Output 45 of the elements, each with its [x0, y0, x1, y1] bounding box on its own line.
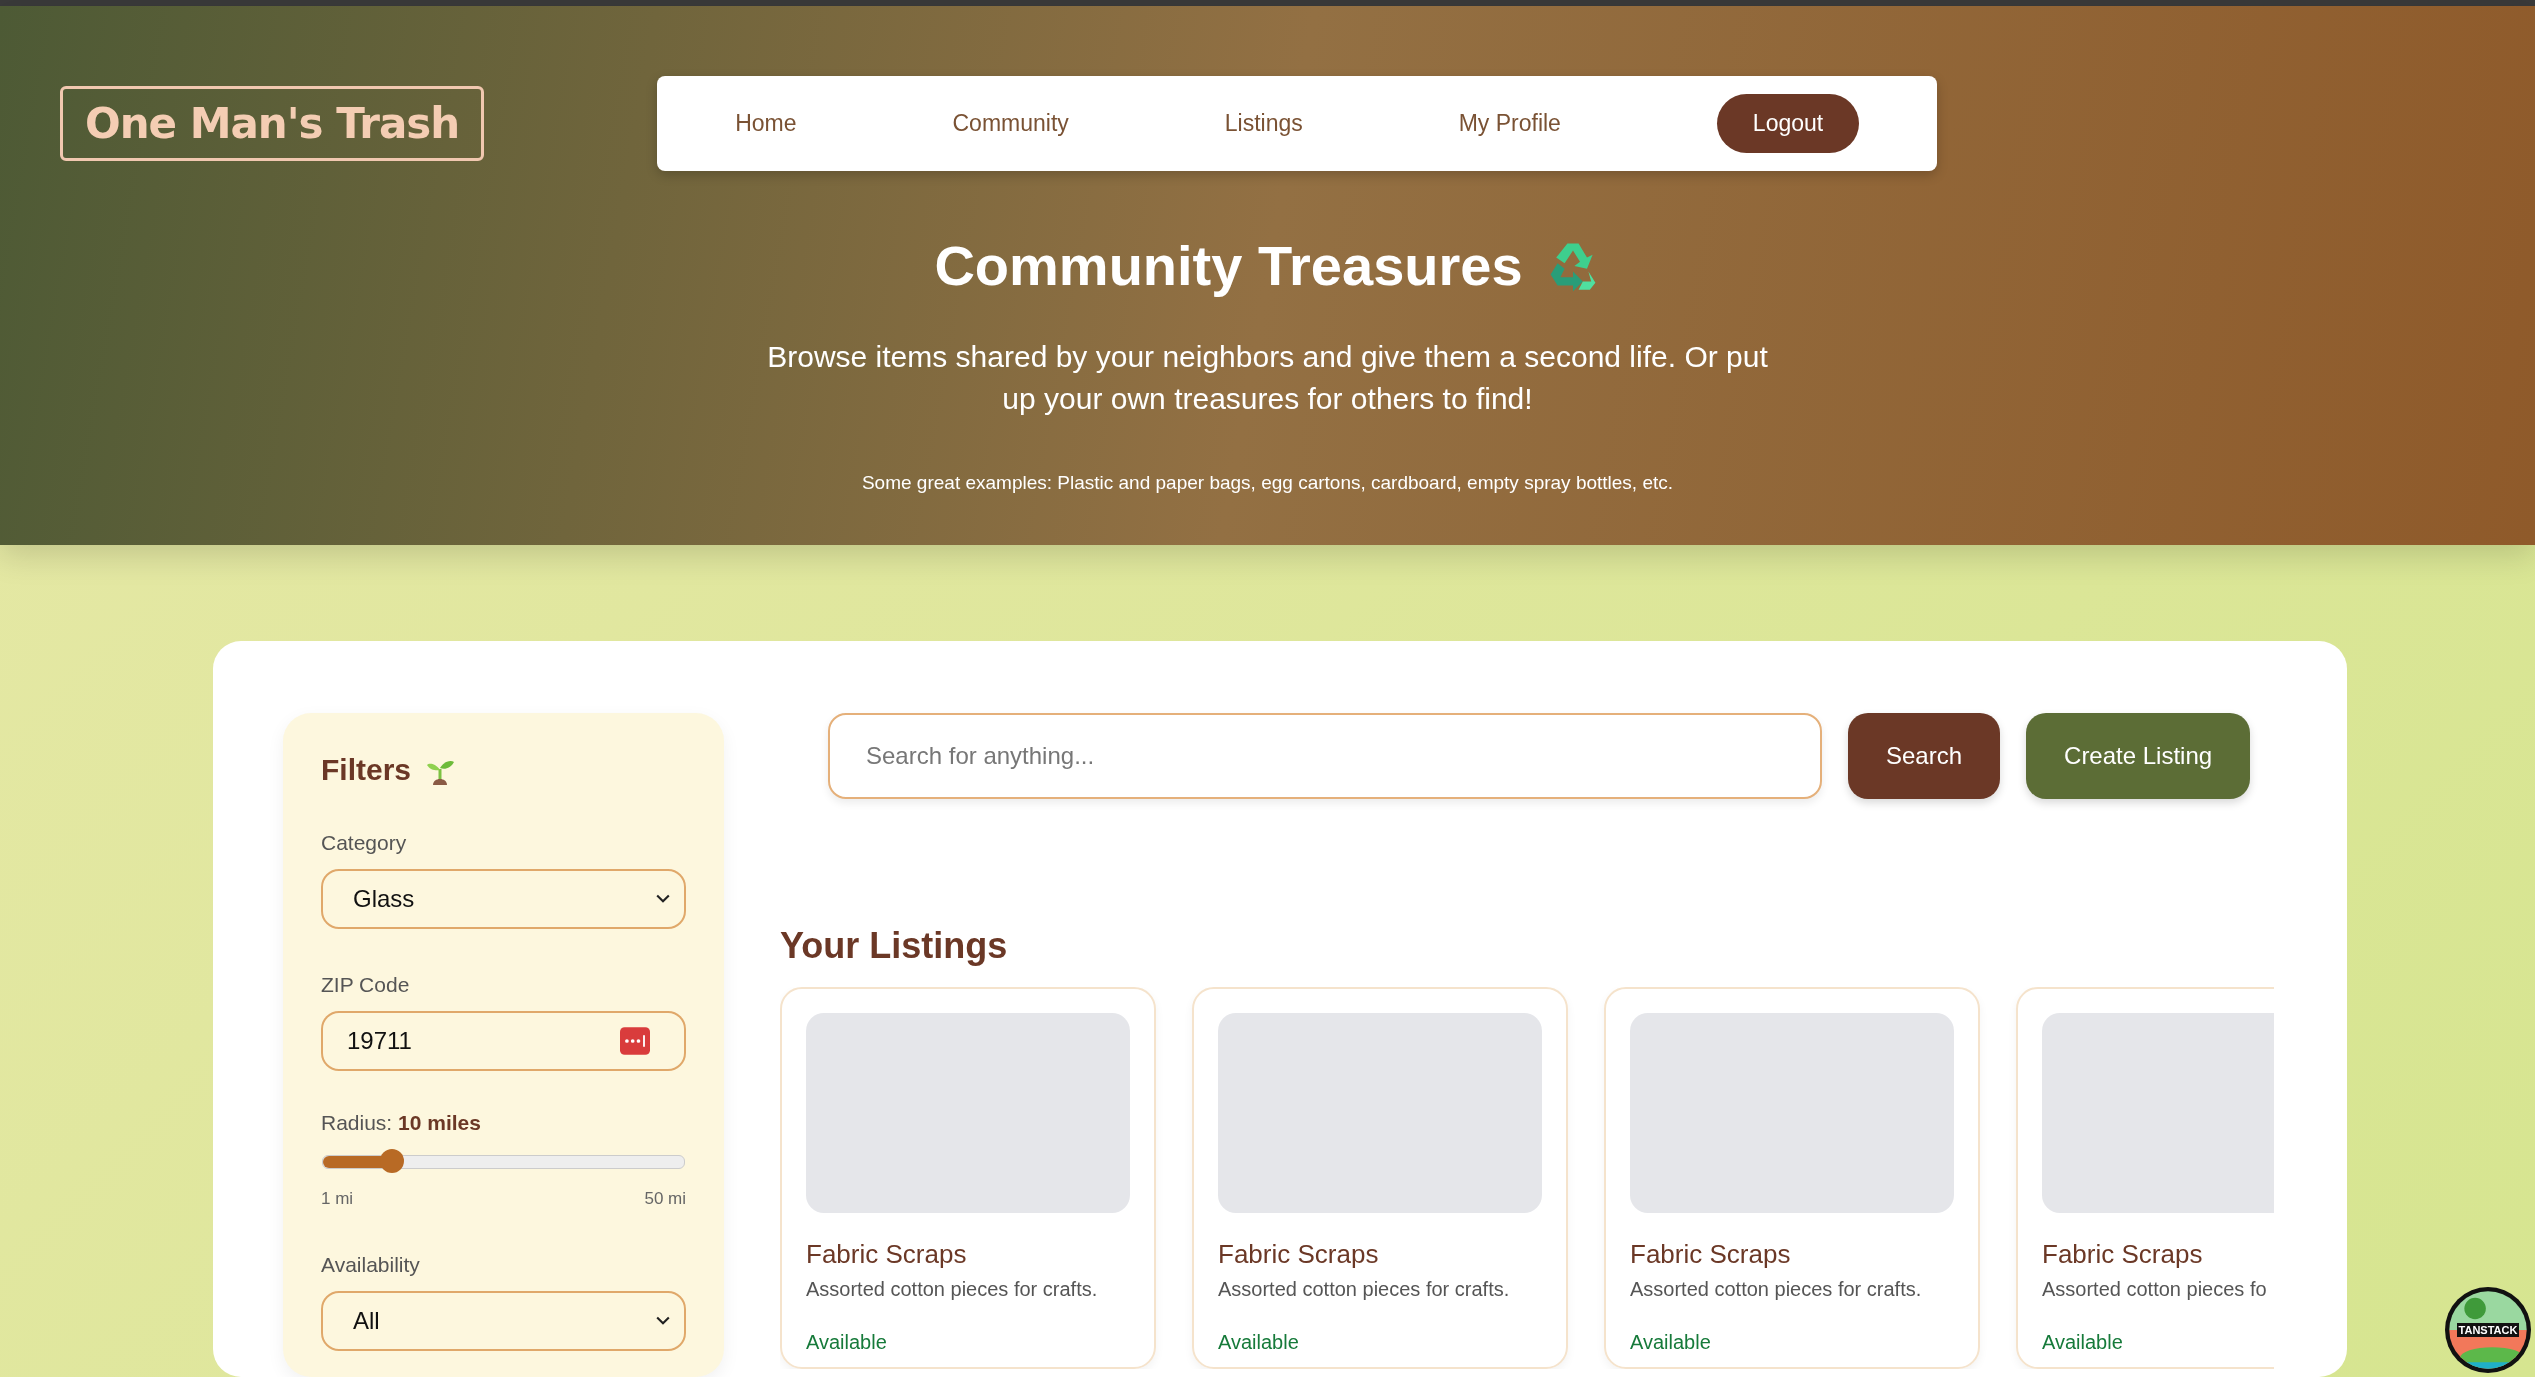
select-field[interactable]: Glass	[321, 869, 686, 929]
examples-text: Some great examples: Plastic and paper bags, egg cartons, cardboard, empty spray bottles, etc.	[861, 472, 1674, 494]
listing-title: Fabric Scraps	[1218, 1239, 1380, 1270]
field-label: Availability	[321, 1253, 421, 1277]
nav-link[interactable]: Community	[952, 110, 1069, 137]
listing-title: Fabric Scraps	[1630, 1239, 1792, 1270]
field-label: ZIP Code	[321, 973, 411, 997]
nav-link[interactable]: My Profile	[1458, 110, 1561, 137]
section-title: Your Listings	[780, 925, 1009, 967]
create-listing-button[interactable]: Create Listing	[2026, 713, 2251, 799]
listing-card[interactable]: Fabric Scraps Assorted cotton pieces for crafts. Available	[1192, 987, 1568, 1369]
radius-slider[interactable]	[321, 1149, 686, 1175]
tanstack-badge[interactable]: TANSTACK	[2445, 1287, 2531, 1373]
listing-card[interactable]: Fabric Scraps Assorted cotton pieces for crafts. Available	[780, 987, 1156, 1369]
search-button[interactable]: Search	[1848, 713, 2001, 799]
listing-title: Fabric Scraps	[806, 1239, 968, 1270]
listing-description: Assorted cotton pieces for crafts.	[1630, 1278, 1923, 1301]
min-label: 1 mi	[321, 1189, 354, 1209]
status-text: Available	[1218, 1331, 1300, 1354]
status-text: Available	[806, 1331, 888, 1354]
logout-button[interactable]: Logout	[1716, 94, 1860, 153]
hero-subtitle: Browse items shared by your neighbors and give them a second life. Or put up your own treasures for others to find!	[766, 339, 1769, 417]
status-text: Available	[1630, 1331, 1712, 1354]
search-field[interactable]: Search for anything...	[828, 713, 1822, 799]
max-label: 50 mi	[644, 1189, 686, 1209]
listing-description: Assorted cotton pieces for crafts.	[806, 1278, 1099, 1301]
listing-card[interactable]: Fabric Scraps Assorted cotton pieces fo Available	[2016, 987, 2274, 1369]
select-field[interactable]: All	[321, 1291, 686, 1351]
filters-title: Filters	[321, 753, 412, 787]
zip-field[interactable]: 19711	[321, 1011, 686, 1071]
nav-link[interactable]: Listings	[1224, 110, 1303, 137]
radius-label: Radius: 10 miles	[321, 1111, 482, 1135]
logo[interactable]: One Man's Trash	[60, 86, 485, 161]
listing-description: Assorted cotton pieces fo	[2042, 1278, 2268, 1301]
field-label: Category	[321, 831, 408, 855]
page-title: Community Treasures	[934, 233, 1523, 298]
listing-card[interactable]: Fabric Scraps Assorted cotton pieces for crafts. Available	[1604, 987, 1980, 1369]
listing-title: Fabric Scraps	[2042, 1239, 2204, 1270]
chevron-icon	[656, 894, 670, 904]
listing-description: Assorted cotton pieces for crafts.	[1218, 1278, 1511, 1301]
status-text: Available	[2042, 1331, 2124, 1354]
slider-thumb[interactable]	[379, 1149, 404, 1173]
dots-icon[interactable]	[620, 1027, 650, 1055]
chevron-icon	[656, 1316, 670, 1326]
nav-link[interactable]: Home	[735, 110, 797, 137]
